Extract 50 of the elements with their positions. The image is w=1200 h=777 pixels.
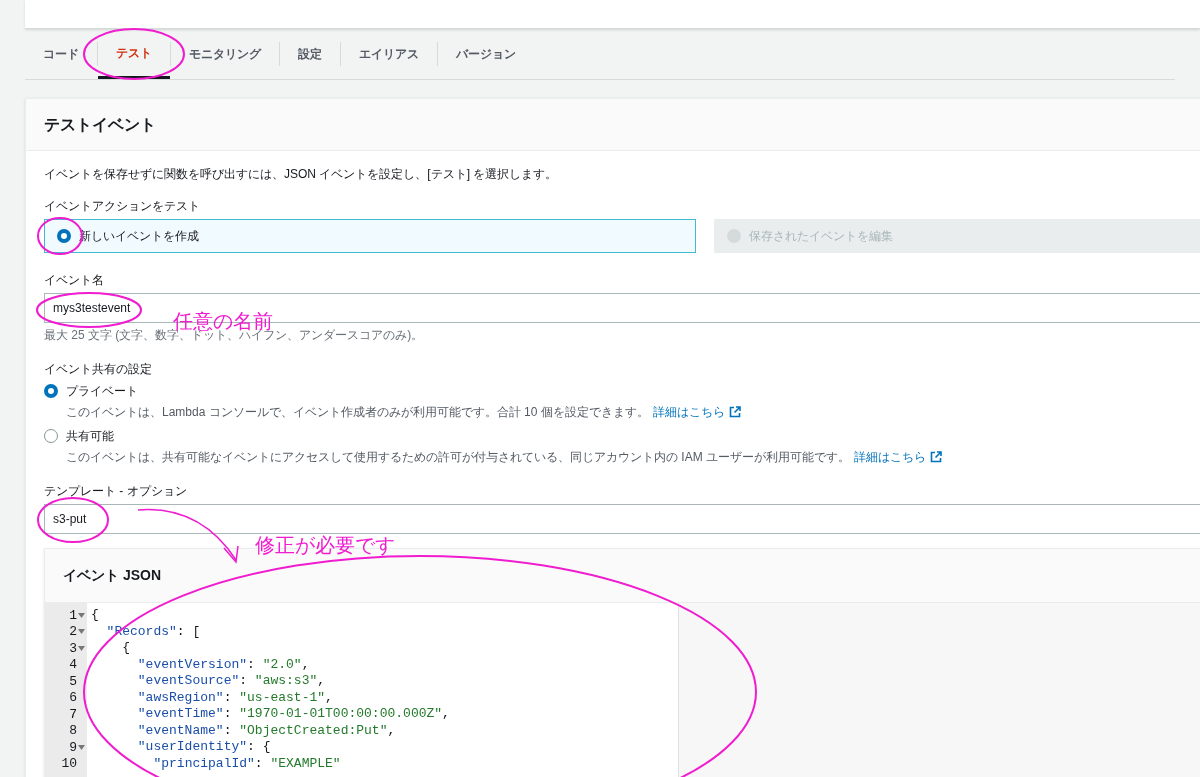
code-line: { [121, 640, 131, 657]
tab[interactable]: コード [25, 29, 97, 79]
section-title: テストイベント [44, 114, 156, 135]
fold-icon[interactable] [78, 645, 85, 651]
radio-label: プライベート [66, 383, 138, 400]
external-link-icon[interactable] [930, 451, 942, 463]
option-description: このイベントは、Lambda コンソールで、イベント作成者のみが利用可能です。合計 10 個を設定できます。 [66, 404, 649, 421]
description-text: イベントを保存せずに関数を呼び出すには、JSON イベントを設定し、[テスト] を選択します。 [44, 166, 559, 183]
option-description: このイベントは、共有可能なイベントにアクセスして使用するための許可が付与されている、同じアカウント内の IAM ユーザーが利用可能です。 [66, 449, 850, 466]
field-label: テンプレート - オプション [44, 483, 188, 500]
fold-icon[interactable] [78, 629, 85, 635]
line-number: 2 [69, 623, 77, 641]
annotation-ellipse [37, 497, 109, 543]
tab[interactable]: モニタリング [171, 29, 279, 79]
radio-button[interactable] [57, 229, 71, 243]
field-label: イベント共有の設定 [44, 361, 153, 378]
code-line: "eventVersion": "2.0", [136, 656, 311, 673]
radio-button[interactable] [44, 429, 58, 443]
tab[interactable]: 設定 [280, 29, 340, 79]
fold-icon[interactable] [78, 744, 85, 750]
code-line: "userIdentity": { [136, 739, 272, 756]
tab[interactable]: エイリアス [341, 29, 437, 79]
code-editor[interactable] [87, 603, 679, 777]
line-number: 5 [69, 672, 77, 691]
code-line: "principalId": "EXAMPLE" [152, 755, 342, 772]
external-link-icon[interactable] [728, 406, 741, 418]
code-line: "eventTime": "1970-01-01T00:00:00.000Z", [136, 706, 451, 723]
line-number: 7 [69, 705, 77, 724]
radio-label: 共有可能 [66, 428, 114, 445]
line-number: 1 [69, 606, 77, 625]
code-line: "awsRegion": "us-east-1", [136, 689, 334, 706]
learn-more-link[interactable]: 詳細はこちら [652, 403, 725, 421]
learn-more-link[interactable]: 詳細はこちら [854, 448, 926, 466]
field-label: イベントアクションをテスト [44, 198, 201, 215]
line-number: 9 [69, 738, 77, 757]
line-number: 3 [69, 639, 77, 658]
line-number: 8 [69, 722, 77, 740]
line-number: 10 [61, 755, 77, 773]
tab[interactable]: バージョン [438, 29, 534, 79]
code-line: { [90, 607, 100, 624]
radio-button[interactable] [44, 384, 58, 398]
code-line: "eventName": "ObjectCreated:Put", [136, 722, 397, 739]
line-number: 6 [69, 689, 77, 707]
template-select[interactable]: s3-put [44, 504, 1200, 534]
code-line: "eventSource": "aws:s3", [136, 673, 327, 690]
line-number: 4 [69, 656, 77, 674]
panel-title: イベント JSON [63, 566, 161, 585]
field-label: イベント名 [44, 272, 105, 289]
annotation-text: 修正が必要です [255, 533, 395, 558]
fold-icon[interactable] [78, 612, 85, 618]
